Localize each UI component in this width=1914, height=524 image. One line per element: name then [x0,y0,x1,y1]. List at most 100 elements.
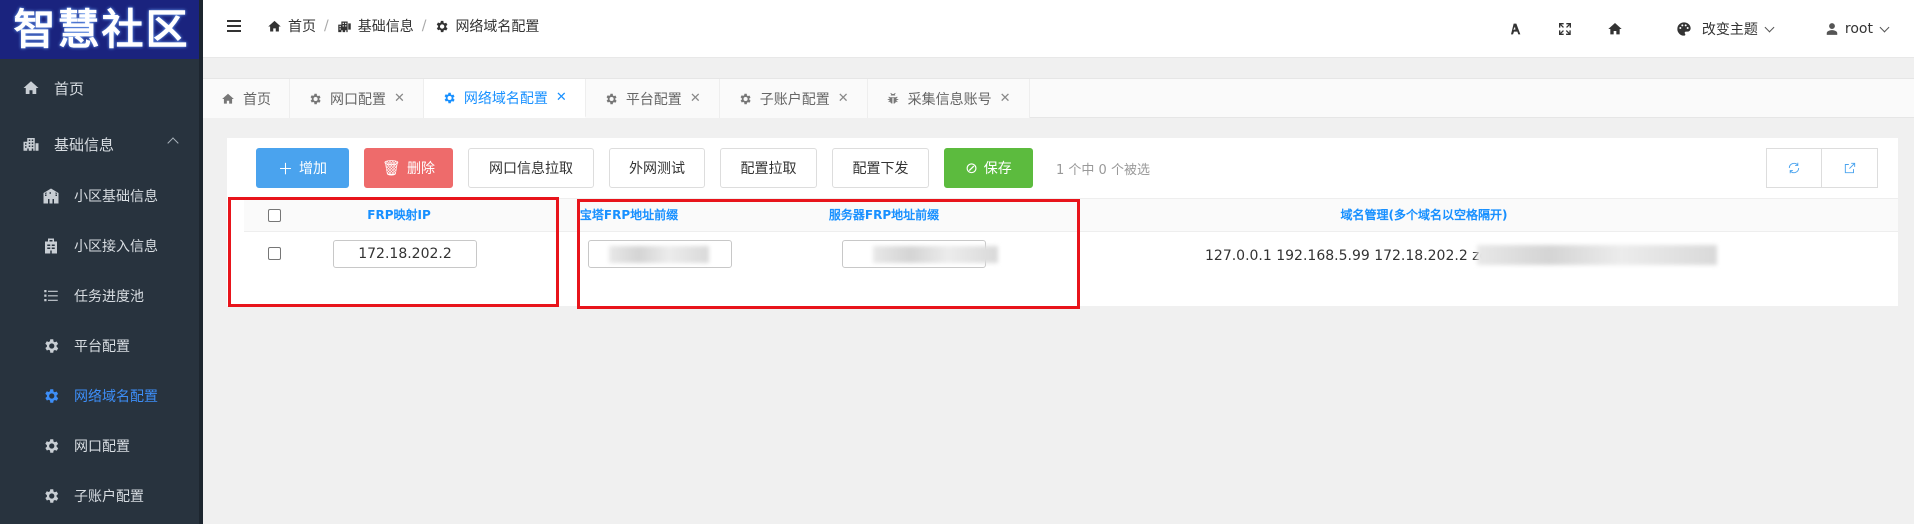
delete-button[interactable]: 🗑 删除 [364,148,453,188]
chevron-down-icon [1879,22,1890,32]
close-icon[interactable]: ✕ [394,91,405,106]
logo-text: 智慧社区 [13,4,190,54]
trash-icon: 🗑 [381,159,402,177]
gear-icon [40,337,62,355]
sidebar-item-label: 首页 [54,79,85,98]
breadcrumb-separator: / [421,18,427,34]
gear-icon [606,93,617,104]
close-icon[interactable]: ✕ [556,90,567,105]
selection-count: 1 个中 0 个被选 [1056,162,1150,178]
close-icon[interactable]: ✕ [838,91,849,106]
home-icon [268,20,281,31]
building-icon [337,21,351,32]
sidebar-item-label: 小区基础信息 [74,189,158,205]
tab-label: 平台配置 [625,91,682,108]
gear-icon [40,387,62,405]
check-circle-icon: ⊘ [965,159,978,177]
breadcrumb-home[interactable]: 首页 [267,16,316,36]
menu-toggle-icon[interactable] [227,20,241,32]
sidebar-item-community-access[interactable]: 小区接入信息 [0,221,199,271]
column-header-domain[interactable]: 域名管理(多个域名以空格隔开) [1244,199,1604,232]
top-header: 首页 / 基础信息 / 网络域名配置 改变主题 root [203,0,1914,58]
tab-network-domain-config[interactable]: 网络域名配置 ✕ [423,79,586,118]
external-network-test-button[interactable]: 外网测试 [609,148,705,188]
breadcrumb-separator: / [324,18,329,34]
table-tools [1766,148,1878,188]
tab-home[interactable]: 首页 [203,79,290,118]
push-config-button[interactable]: 配置下发 [832,148,929,188]
sidebar-item-port-config[interactable]: 网口配置 [0,421,199,471]
tab-port-config[interactable]: 网口配置 ✕ [290,79,424,118]
sidebar-item-label: 网口配置 [74,439,130,455]
sidebar-item-label: 基础信息 [54,135,115,154]
annotation-box [577,199,1080,309]
logo: 智慧社区 [0,0,203,59]
gear-icon [740,93,751,104]
home-icon [20,79,42,97]
palette-icon [1677,22,1691,36]
pull-port-info-button[interactable]: 网口信息拉取 [468,148,594,188]
refresh-icon [1788,162,1800,174]
domain-list: 127.0.0.1 192.168.5.99 172.18.202.2 zc [1205,248,1488,264]
gear-icon [437,20,448,32]
user-label: root [1844,21,1873,37]
chevron-down-icon [1764,22,1775,32]
breadcrumb-label: 首页 [288,19,316,35]
gear-icon [444,92,455,103]
breadcrumb-label: 网络域名配置 [455,19,540,35]
sidebar-item-network-domain-config[interactable]: 网络域名配置 [0,371,199,421]
add-label: 增加 [299,161,327,177]
user-menu[interactable]: root [1825,21,1890,37]
tab-collect-account[interactable]: 采集信息账号 ✕ [867,79,1030,118]
sidebar-item-label: 网络域名配置 [74,389,158,405]
breadcrumb-label: 基础信息 [357,19,414,35]
sidebar-item-community-basic[interactable]: 小区基础信息 [0,171,199,221]
gear-icon [40,437,62,455]
breadcrumb-basic-info[interactable]: 基础信息 [337,16,414,36]
user-icon [1826,23,1838,35]
tab-platform-config[interactable]: 平台配置 ✕ [585,79,720,118]
gear-icon [310,93,321,104]
refresh-button[interactable] [1766,148,1822,188]
push-config-label: 配置下发 [852,161,909,177]
task-list-icon [40,287,62,305]
bug-icon [887,92,898,104]
tab-label: 网口配置 [330,91,386,108]
sidebar-item-label: 小区接入信息 [74,239,158,255]
page-tabs: 首页 网口配置 ✕ 网络域名配置 ✕ 平台配置 ✕ 子账户配置 ✕ 采集信息账号… [203,78,1914,118]
theme-switcher[interactable]: 改变主题 [1676,19,1775,39]
breadcrumb: 首页 / 基础信息 / 网络域名配置 [267,16,539,36]
delete-label: 删除 [407,161,436,177]
close-icon[interactable]: ✕ [1000,91,1011,106]
sidebar: 智慧社区 首页 基础信息 小区基础信息 小区接入信息 任务进度池 平台配置 网络… [0,0,203,524]
pull-config-label: 配置拉取 [740,161,797,177]
sidebar-item-basic-info[interactable]: 基础信息 [0,119,199,169]
sidebar-item-platform-config[interactable]: 平台配置 [0,321,199,371]
tab-subaccount-config[interactable]: 子账户配置 ✕ [719,79,868,118]
plus-icon: ＋ [277,159,293,178]
home-icon[interactable] [1590,21,1640,37]
sidebar-item-task-pool[interactable]: 任务进度池 [0,271,199,321]
header-actions: 改变主题 root [1490,0,1914,58]
tab-label: 首页 [243,91,271,108]
toolbar: ＋ 增加 🗑 删除 网口信息拉取 外网测试 配置拉取 配置下发 ⊘ 保存 1 个… [256,148,1150,188]
tab-label: 采集信息账号 [907,91,992,108]
sidebar-item-subaccount-config[interactable]: 子账户配置 [0,471,199,521]
annotation-box [228,197,559,307]
export-icon [1844,162,1855,174]
sidebar-item-home[interactable]: 首页 [0,63,199,113]
font-size-icon[interactable] [1490,21,1540,37]
pull-config-button[interactable]: 配置拉取 [720,148,817,188]
chevron-up-icon [167,137,179,149]
fullscreen-icon[interactable] [1540,21,1590,37]
close-icon[interactable]: ✕ [690,91,701,106]
gear-icon [40,487,62,505]
pull-port-label: 网口信息拉取 [489,161,573,177]
add-button[interactable]: ＋ 增加 [256,148,349,188]
save-label: 保存 [983,161,1012,177]
save-button[interactable]: ⊘ 保存 [944,148,1033,188]
export-button[interactable] [1822,148,1878,188]
ext-test-label: 外网测试 [629,161,685,177]
access-icon [40,237,62,255]
community-icon [40,187,62,205]
